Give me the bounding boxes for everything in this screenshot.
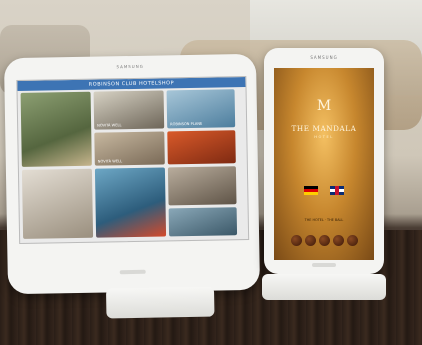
sphere-icon xyxy=(318,235,330,246)
language-selector xyxy=(274,186,374,195)
tablet-device: SAMSUNG ROBINSON CLUB HOTELSHOP NOVITÀ W… xyxy=(3,53,261,319)
uk-flag-icon xyxy=(330,186,344,195)
phone-screen: M THE MANDALA HOTEL THE HOTEL · THE BALL xyxy=(274,68,374,260)
photo-tile: NOVITÀ WELL xyxy=(94,131,165,166)
sphere-icon xyxy=(290,235,302,246)
hotel-subtitle: HOTEL xyxy=(314,135,334,139)
phone-home-button xyxy=(312,263,336,267)
photo-tile xyxy=(167,166,237,206)
photo-tile xyxy=(20,91,92,167)
photo-tile xyxy=(94,167,167,238)
decorative-spheres xyxy=(274,235,374,246)
photo-tile xyxy=(168,207,238,237)
photo-tile xyxy=(167,130,236,165)
sphere-icon xyxy=(332,235,344,246)
photo-scene: SAMSUNG ROBINSON CLUB HOTELSHOP NOVITÀ W… xyxy=(0,0,422,345)
phone-brand: SAMSUNG xyxy=(310,55,338,60)
photo-tile: ROBINSON PLANE xyxy=(166,89,236,129)
tablet-photo-grid: NOVITÀ WELL ROBINSON PLANE NOVITÀ WELL xyxy=(20,89,246,241)
tablet-stand xyxy=(105,286,215,319)
tablet-screen: ROBINSON CLUB HOTELSHOP NOVITÀ WELL ROBI… xyxy=(16,75,250,244)
sphere-icon xyxy=(346,235,358,246)
phone-footer-text: THE HOTEL · THE BALL xyxy=(304,218,344,222)
sphere-icon xyxy=(304,235,316,246)
german-flag-icon xyxy=(304,186,318,195)
photo-tile: NOVITÀ WELL xyxy=(93,90,165,130)
tablet-home-button xyxy=(119,269,146,275)
mandala-logo-icon: M xyxy=(316,98,332,114)
phone-device: SAMSUNG M THE MANDALA HOTEL THE HOTEL · … xyxy=(262,48,386,300)
hotel-name: THE MANDALA xyxy=(291,124,357,133)
tablet-brand: SAMSUNG xyxy=(116,63,144,70)
photo-tile xyxy=(21,168,94,239)
phone-stand xyxy=(262,274,386,300)
